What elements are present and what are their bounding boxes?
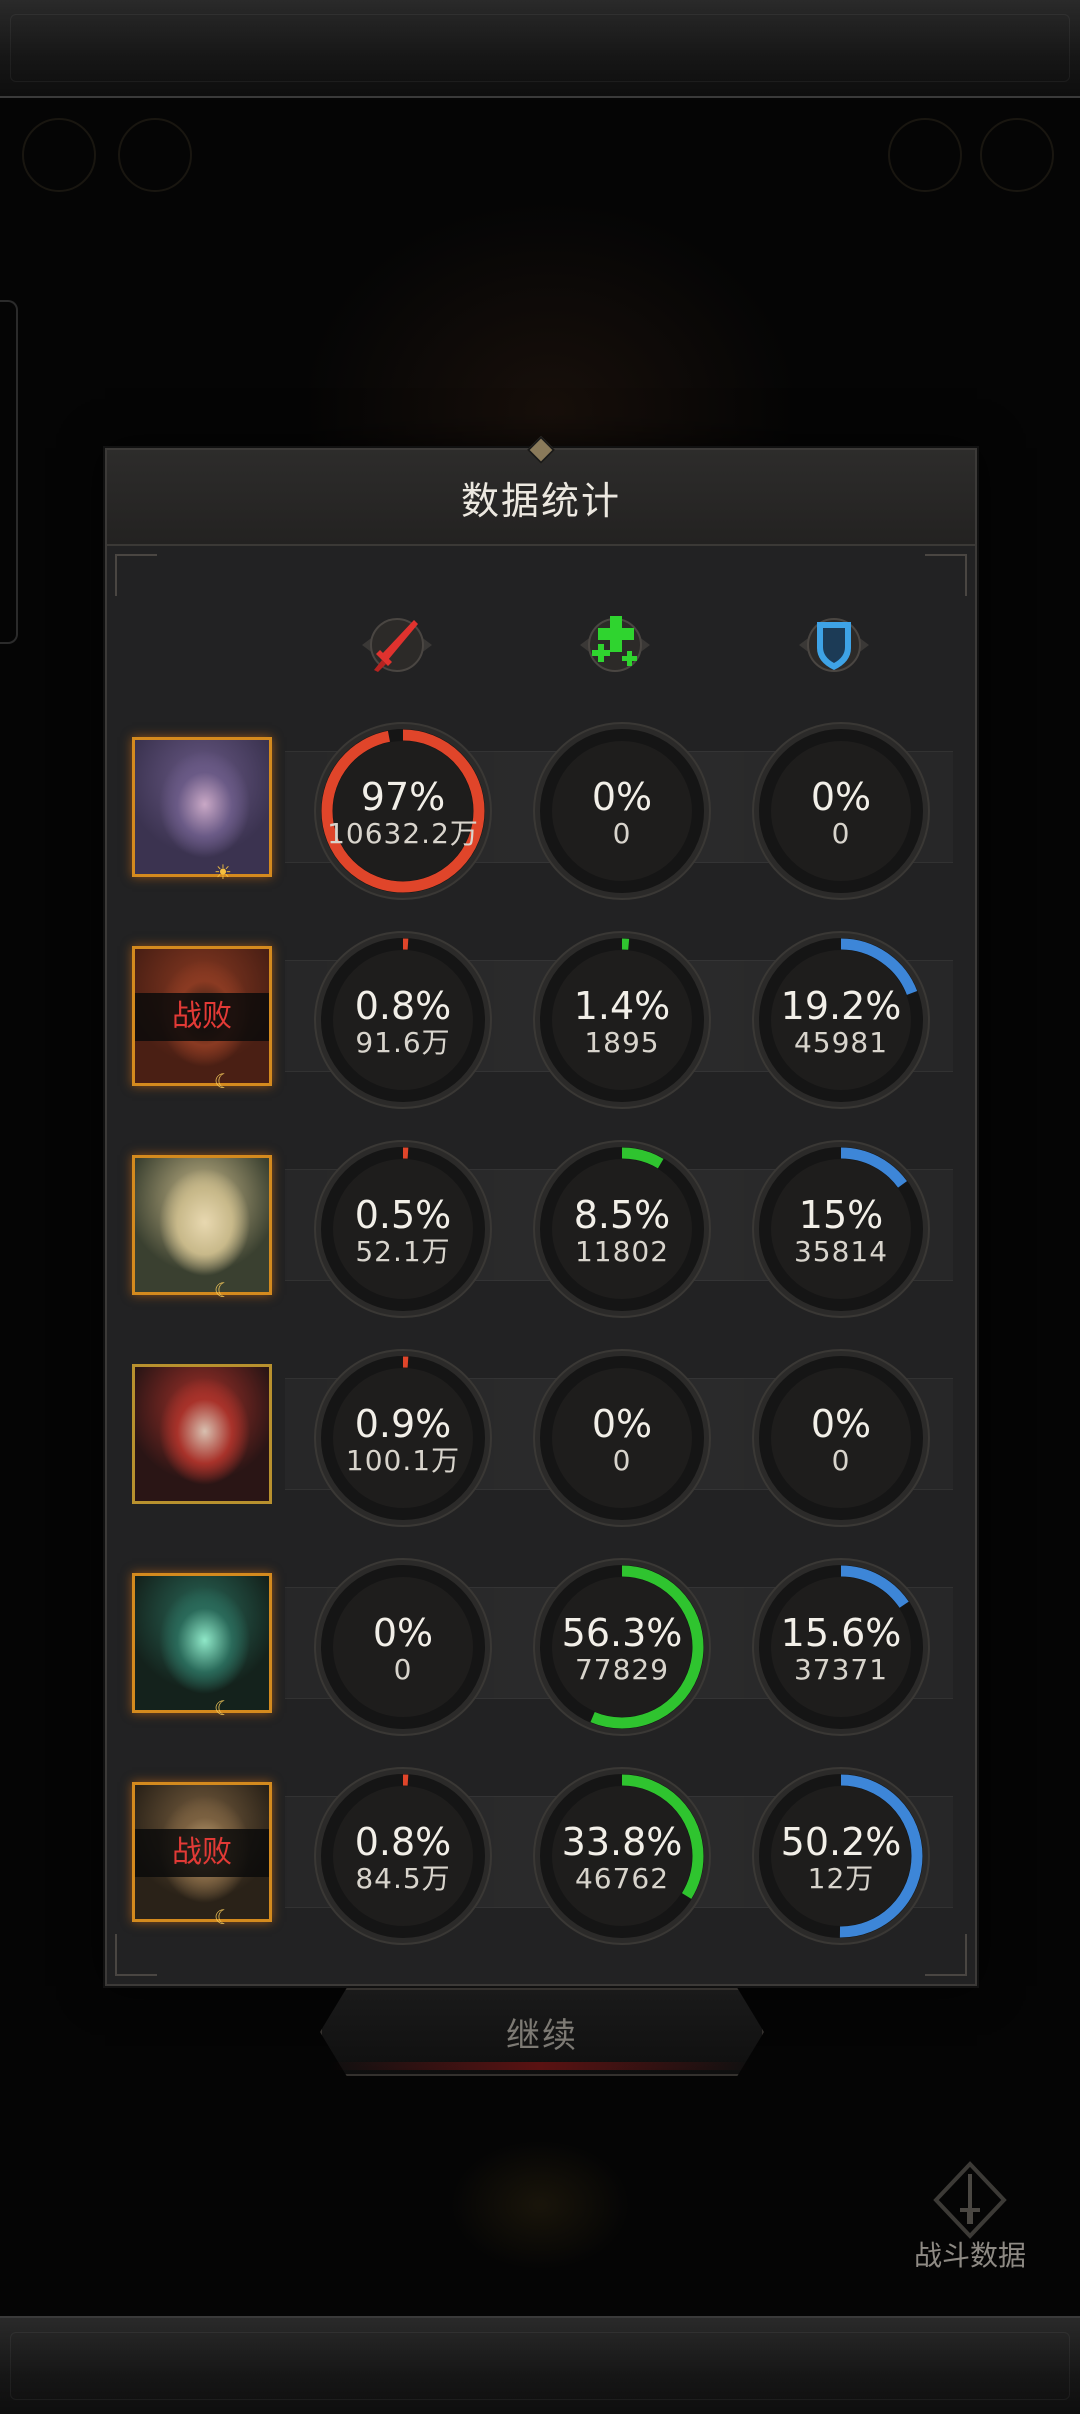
shield-stat-ring: 19.2% 45981 bbox=[751, 930, 931, 1110]
hero-portrait[interactable] bbox=[132, 1573, 272, 1713]
damage-stat-ring: 0.9% 100.1万 bbox=[313, 1348, 493, 1528]
stats-row: 战败 ☾ 0.8% 84.5万 33.8% 46762 50.2% 12万 bbox=[107, 1767, 975, 1972]
stat-percent: 97% bbox=[360, 775, 446, 819]
corner-ornament bbox=[115, 554, 157, 596]
stat-value: 1895 bbox=[584, 1026, 660, 1059]
stat-value: 0 bbox=[612, 817, 632, 850]
panel-title: 数据统计 bbox=[460, 478, 621, 523]
defeated-label: 战败 bbox=[135, 1829, 269, 1877]
stat-value: 37371 bbox=[793, 1653, 889, 1686]
stat-percent: 8.5% bbox=[573, 1193, 671, 1237]
heal-stat-ring: 0% 0 bbox=[532, 721, 712, 901]
stat-percent: 19.2% bbox=[780, 984, 902, 1028]
heal-stat-ring: 1.4% 1895 bbox=[532, 930, 712, 1110]
hero-portrait[interactable] bbox=[132, 1155, 272, 1295]
side-tab bbox=[0, 300, 18, 644]
shield-stat-ring: 15.6% 37371 bbox=[751, 1557, 931, 1737]
moon-icon: ☾ bbox=[214, 1696, 232, 1720]
hero-portrait[interactable]: 战败 bbox=[132, 946, 272, 1086]
stat-value: 77829 bbox=[574, 1653, 670, 1686]
stat-percent: 0% bbox=[591, 1402, 653, 1446]
stat-percent: 1.4% bbox=[573, 984, 671, 1028]
speed-icon bbox=[980, 118, 1054, 192]
bottom-decorative-bar bbox=[0, 2316, 1080, 2414]
heal-plus-icon bbox=[570, 600, 660, 690]
shield-tank-icon bbox=[789, 600, 879, 690]
stat-value: 0 bbox=[393, 1653, 413, 1686]
shield-stat-ring: 0% 0 bbox=[751, 721, 931, 901]
stat-percent: 0.9% bbox=[354, 1402, 452, 1446]
battle-data-label: 战斗数据 bbox=[913, 2239, 1026, 2272]
hero-face-image bbox=[135, 1576, 269, 1710]
hero-face-image bbox=[135, 1158, 269, 1292]
stat-percent: 15.6% bbox=[780, 1611, 902, 1655]
stat-value: 35814 bbox=[793, 1235, 889, 1268]
continue-label: 继续 bbox=[506, 2015, 578, 2056]
stat-percent: 33.8% bbox=[561, 1820, 683, 1864]
stat-value: 91.6万 bbox=[355, 1026, 451, 1059]
heal-stat-ring: 56.3% 77829 bbox=[532, 1557, 712, 1737]
moon-icon: ☾ bbox=[214, 1069, 232, 1093]
stat-value: 84.5万 bbox=[355, 1862, 451, 1895]
battle-data-button[interactable]: 战斗数据 bbox=[890, 2160, 1050, 2272]
stats-row: ☾ 0.5% 52.1万 8.5% 11802 15% 35814 bbox=[107, 1140, 975, 1345]
moon-icon: ☾ bbox=[214, 1278, 232, 1302]
defeated-label: 战败 bbox=[135, 993, 269, 1041]
stats-row: 0.9% 100.1万 0% 0 0% 0 bbox=[107, 1349, 975, 1554]
heal-stat-ring: 8.5% 11802 bbox=[532, 1139, 712, 1319]
settings-gear-icon bbox=[22, 118, 96, 192]
stat-value: 45981 bbox=[793, 1026, 889, 1059]
hero-face-image bbox=[135, 1367, 269, 1501]
stat-value: 11802 bbox=[574, 1235, 670, 1268]
stat-value: 100.1万 bbox=[345, 1444, 461, 1477]
stat-percent: 50.2% bbox=[780, 1820, 902, 1864]
stat-percent: 0.8% bbox=[354, 1820, 452, 1864]
stats-row: ☀ 97% 10632.2万 0% 0 0% 0 bbox=[107, 722, 975, 927]
stat-percent: 56.3% bbox=[561, 1611, 683, 1655]
hero-portrait[interactable] bbox=[132, 1364, 272, 1504]
battle-data-icon bbox=[930, 2160, 1010, 2240]
bottom-emblem bbox=[450, 2140, 630, 2270]
stat-value: 0 bbox=[831, 1444, 851, 1477]
continue-button-glow bbox=[330, 2062, 750, 2070]
stat-value: 10632.2万 bbox=[327, 817, 479, 850]
top-decorative-bar bbox=[0, 0, 1080, 98]
stat-percent: 0% bbox=[810, 775, 872, 819]
hero-portrait[interactable]: 战败 bbox=[132, 1782, 272, 1922]
stats-panel: 数据统计 ☀ 97% 10632.2万 0% 0 0% 0 战败 ☾ 0.8% 91.6万 bbox=[105, 435, 977, 1986]
shield-stat-ring: 50.2% 12万 bbox=[751, 1766, 931, 1946]
shield-stat-ring: 15% 35814 bbox=[751, 1139, 931, 1319]
stat-percent: 15% bbox=[798, 1193, 884, 1237]
stat-value: 46762 bbox=[574, 1862, 670, 1895]
sword-damage-icon bbox=[352, 600, 442, 690]
sun-icon: ☀ bbox=[214, 860, 232, 884]
stat-percent: 0% bbox=[372, 1611, 434, 1655]
damage-stat-ring: 97% 10632.2万 bbox=[313, 721, 493, 901]
hero-face-image bbox=[135, 740, 269, 874]
camera-icon bbox=[118, 118, 192, 192]
menu-icon bbox=[888, 118, 962, 192]
shield-stat-ring: 0% 0 bbox=[751, 1348, 931, 1528]
panel-header: 数据统计 bbox=[107, 435, 975, 546]
damage-stat-ring: 0% 0 bbox=[313, 1557, 493, 1737]
stat-percent: 0% bbox=[810, 1402, 872, 1446]
corner-ornament bbox=[925, 554, 967, 596]
stat-value: 12万 bbox=[807, 1862, 875, 1895]
heal-stat-ring: 33.8% 46762 bbox=[532, 1766, 712, 1946]
moon-icon: ☾ bbox=[214, 1905, 232, 1929]
stat-percent: 0.8% bbox=[354, 984, 452, 1028]
damage-stat-ring: 0.5% 52.1万 bbox=[313, 1139, 493, 1319]
stat-value: 0 bbox=[612, 1444, 632, 1477]
heal-stat-ring: 0% 0 bbox=[532, 1348, 712, 1528]
stat-percent: 0.5% bbox=[354, 1193, 452, 1237]
stats-row: ☾ 0% 0 56.3% 77829 15.6% 37371 bbox=[107, 1558, 975, 1763]
damage-stat-ring: 0.8% 84.5万 bbox=[313, 1766, 493, 1946]
stats-row: 战败 ☾ 0.8% 91.6万 1.4% 1895 19.2% 45981 bbox=[107, 931, 975, 1136]
damage-stat-ring: 0.8% 91.6万 bbox=[313, 930, 493, 1110]
hero-portrait[interactable] bbox=[132, 737, 272, 877]
stat-value: 0 bbox=[831, 817, 851, 850]
stat-percent: 0% bbox=[591, 775, 653, 819]
stat-value: 52.1万 bbox=[355, 1235, 451, 1268]
